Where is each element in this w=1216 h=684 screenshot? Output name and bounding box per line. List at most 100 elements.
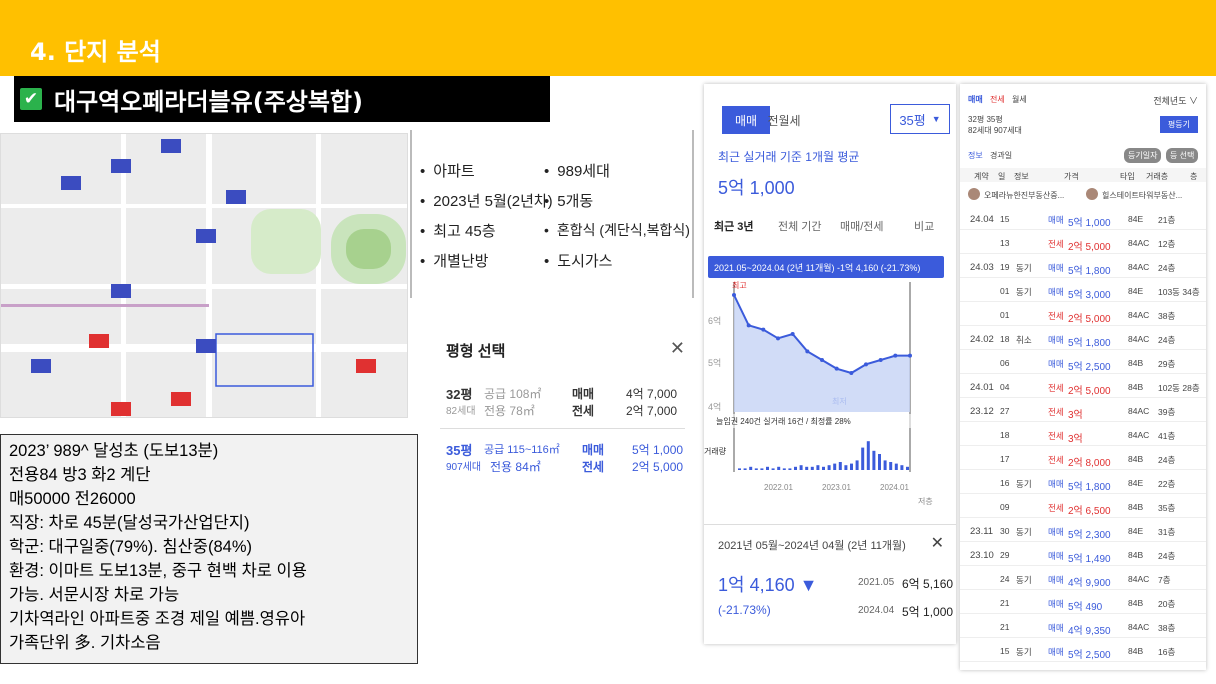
price-point (732, 293, 736, 297)
table-row[interactable]: 23.11 30 동기 매매 5억 2,300 84E 31층 (960, 520, 1206, 542)
cell-floor: 41층 (1158, 431, 1176, 441)
volume-bar (749, 466, 753, 470)
price-point (893, 353, 898, 358)
tab-jeonse[interactable]: 전세 (990, 94, 1005, 105)
table-row[interactable]: 24.02 18 취소 매매 5억 1,800 84AC 24층 (960, 328, 1206, 350)
cell-type: 84B (1128, 382, 1144, 392)
volume-bars (738, 441, 909, 470)
close-icon[interactable]: ✕ (931, 533, 944, 553)
table-row[interactable]: 24.04 15 매매 5억 1,000 84E 21층 (960, 208, 1206, 230)
rent-toggle-button[interactable]: 전월세 (764, 106, 804, 134)
cell-kind: 매매 (1048, 575, 1064, 585)
cell-kind: 전세 (1048, 407, 1064, 417)
pyeong-dropdown[interactable]: 35평 ▼ (890, 104, 950, 134)
tab-recent-3y[interactable]: 최근 3년 (714, 218, 754, 234)
price-chart[interactable]: 2021.05~2024.04 (2년 11개월) -1억 4,160 (-21… (704, 252, 956, 508)
volume-note: 늘임권 240건 실거래 16건 / 최정률 28% (716, 416, 851, 426)
tab-sale[interactable]: 매매 (968, 94, 983, 105)
complex-title-bar: ✔ 대구역오페라더블유(주상복합) (14, 76, 550, 122)
table-row[interactable]: 21 매매 5억 490 84B 20층 (960, 592, 1206, 614)
tab-sale-rent[interactable]: 매매/전세 (840, 218, 884, 234)
cell-price: 2억 6,500 (1068, 506, 1111, 517)
cell-floor: 35층 (1158, 503, 1176, 513)
volume-bar (889, 462, 893, 470)
location-map[interactable] (0, 133, 408, 418)
pyeong-option[interactable]: 32평 공급 108㎡ 매매 4억 7,000 82세대 전용 78㎡ 전세 2… (446, 384, 684, 420)
table-row[interactable]: 13 전세 2억 5,000 84AC 12층 (960, 232, 1206, 254)
legend-low: 저층 (918, 497, 933, 506)
cell-kind: 매매 (1048, 287, 1064, 297)
table-row[interactable]: 01 동기 매매 5억 3,000 84E 103동 34층 (960, 280, 1206, 302)
tab-monthly[interactable]: 월세 (1012, 94, 1027, 105)
table-row[interactable]: 21 매매 4억 9,350 84AC 38층 (960, 616, 1206, 638)
chip-filter[interactable]: 등 선택 (1166, 148, 1199, 163)
cell-kind: 매매 (1048, 527, 1064, 537)
volume-bar (794, 466, 797, 470)
agent-name[interactable]: 오페라뉴한진부동산중... (984, 190, 1064, 201)
year-filter[interactable]: 전체년도 ∨ (1153, 94, 1198, 107)
cell-kind: 전세 (1048, 455, 1064, 465)
sale-toggle-button[interactable]: 매매 (722, 106, 770, 134)
cell-price: 5억 2,300 (1068, 530, 1111, 541)
volume-bar (866, 441, 870, 470)
col-header: 타입 (1120, 172, 1135, 181)
note-line: 2023’ 989^ 달성초 (도보13분) (9, 442, 219, 460)
table-row[interactable]: 23.10 29 매매 5억 1,490 84B 24층 (960, 544, 1206, 566)
cell-price: 4억 9,350 (1068, 626, 1111, 637)
cell-floor: 12층 (1158, 239, 1176, 249)
cell-type: 84AC (1128, 310, 1150, 320)
cell-price: 5억 2,500 (1068, 650, 1111, 661)
table-row[interactable]: 24.03 19 동기 매매 5억 1,800 84AC 24층 (960, 256, 1206, 278)
volume-bar (906, 466, 909, 470)
table-row[interactable]: 09 전세 2억 6,500 84B 35층 (960, 496, 1206, 518)
cell-type: 84B (1128, 550, 1144, 560)
chip-filter[interactable]: 등기일자 (1124, 148, 1162, 163)
price-line-group (732, 293, 912, 412)
price-point (790, 332, 795, 336)
table-row[interactable]: 24 동기 매매 4억 9,900 84AC 7층 (960, 568, 1206, 590)
cell-kind: 전세 (1048, 311, 1064, 321)
pyeong-option-selected[interactable]: 35평 공급 115~116㎡ 매매 5억 1,000 907세대 전용 84㎡… (446, 440, 684, 476)
cell-d: 19 (1000, 262, 1010, 272)
cell-d: 21 (1000, 622, 1010, 632)
cell-floor: 39층 (1158, 407, 1176, 417)
agent-name[interactable]: 힐스테이트타워부동산... (1102, 190, 1182, 201)
cell-floor: 21층 (1158, 215, 1176, 225)
tab-compare[interactable]: 비교 (914, 218, 934, 234)
table-row[interactable]: 24.01 04 전세 2억 5,000 84B 102동 28층 (960, 376, 1206, 398)
rent-label: 전세 (582, 460, 605, 474)
cell-kind: 매매 (1048, 599, 1064, 609)
table-row[interactable]: 18 전세 3억 84AC 41층 (960, 424, 1206, 446)
pyeong-value: 35평 (899, 112, 926, 128)
close-icon[interactable]: ✕ (670, 338, 685, 359)
table-row[interactable]: 15 동기 매매 5억 2,500 84B 16층 (960, 640, 1206, 662)
cell-floor: 24층 (1158, 335, 1176, 345)
table-row[interactable]: 17 전세 2억 8,000 84B 24층 (960, 448, 1206, 470)
col-header: 거래층 (1146, 172, 1169, 181)
section-title: 4. 단지 분석 (30, 38, 161, 66)
table-row[interactable]: 23.12 27 전세 3억 84AC 39층 (960, 400, 1206, 422)
chevron-down-icon: ▼ (931, 114, 941, 124)
cell-d: 18 (1000, 430, 1010, 440)
volume-bar (766, 466, 769, 470)
cell-type: 84E (1128, 478, 1144, 488)
cell-d: 24 (1000, 574, 1010, 584)
note-line: 환경: 이마트 도보13분, 중구 현백 차로 이용 (9, 562, 307, 580)
cell-price: 5억 2,500 (1068, 362, 1111, 373)
tab-all-period[interactable]: 전체 기간 (778, 218, 822, 234)
table-row[interactable]: 16 동기 매매 5억 1,800 84E 22층 (960, 472, 1206, 494)
volume-bar (760, 468, 764, 470)
price-chart-panel: 매매 전월세 35평 ▼ 최근 실거래 기준 1개월 평균 5억 1,000 최… (704, 84, 956, 644)
note-line: 가족단위 多. 기차소음 (9, 634, 161, 652)
households: 907세대 (446, 462, 482, 473)
table-row[interactable]: 06 매매 5억 2,500 84B 29층 (960, 352, 1206, 374)
cell-price: 5억 1,800 (1068, 266, 1111, 277)
cell-d: 09 (1000, 502, 1010, 512)
table-row[interactable]: 01 전세 2억 5,000 84AC 38층 (960, 304, 1206, 326)
volume-bar (805, 466, 809, 470)
col-header: 계약 (974, 172, 989, 181)
cell-price: 2억 5,000 (1068, 314, 1111, 325)
volume-bar (754, 468, 758, 470)
cell-type: 84AC (1128, 406, 1150, 416)
flat-button[interactable]: 평등기 (1159, 116, 1198, 133)
